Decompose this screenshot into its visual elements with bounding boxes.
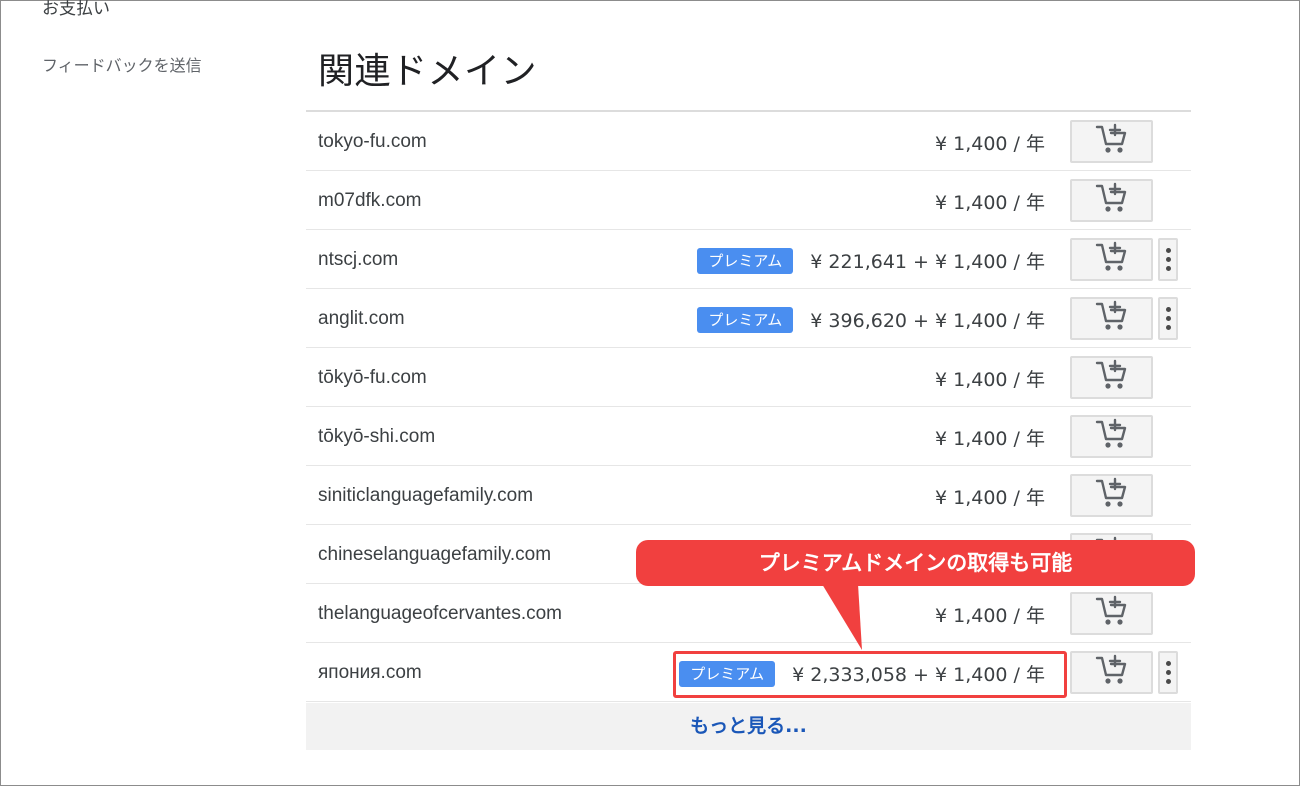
add-to-cart-button[interactable]: [1070, 179, 1153, 222]
price-group: プレミアム ¥ 2,333,058 + ¥ 1,400 / 年: [679, 660, 1045, 687]
more-options-button[interactable]: [1158, 297, 1178, 340]
domain-row: anglit.com プレミアム ¥ 396,620 + ¥ 1,400 / 年: [306, 289, 1191, 348]
domain-row: tokyo-fu.com ¥ 1,400 / 年: [306, 112, 1191, 171]
domain-price: ¥ 1,400 / 年: [934, 605, 1045, 627]
domain-price: ¥ 396,620 + ¥ 1,400 / 年: [810, 310, 1045, 332]
domain-row: tōkyō-fu.com ¥ 1,400 / 年: [306, 348, 1191, 407]
domain-price: ¥ 1,400 / 年: [934, 192, 1045, 214]
add-to-cart-button[interactable]: [1070, 592, 1153, 635]
domain-price: ¥ 1,400 / 年: [934, 133, 1045, 155]
add-to-cart-icon: [1095, 182, 1129, 219]
add-to-cart-button[interactable]: [1070, 297, 1153, 340]
add-to-cart-button[interactable]: [1070, 356, 1153, 399]
domain-price: ¥ 1,400 / 年: [934, 487, 1045, 509]
sidebar-item-payment[interactable]: お支払い: [42, 0, 110, 19]
domain-name: ntscj.com: [318, 249, 399, 270]
domain-name: tokyo-fu.com: [318, 131, 427, 152]
page-title: 関連ドメイン: [318, 51, 538, 92]
domain-row: япония.com プレミアム ¥ 2,333,058 + ¥ 1,400 / 年: [306, 643, 1191, 702]
domain-name: tōkyō-shi.com: [318, 426, 436, 447]
price-group: ¥ 1,400 / 年: [935, 601, 1045, 628]
more-vertical-icon: [1165, 246, 1171, 273]
domain-name: siniticlanguagefamily.com: [318, 485, 534, 506]
add-to-cart-icon: [1095, 123, 1129, 160]
premium-badge: プレミアム: [679, 660, 776, 687]
price-group: ¥ 1,400 / 年: [935, 365, 1045, 392]
domain-price: ¥ 2,333,058 + ¥ 1,400 / 年: [792, 664, 1045, 686]
price-group: プレミアム ¥ 396,620 + ¥ 1,400 / 年: [697, 306, 1045, 333]
more-vertical-icon: [1165, 305, 1171, 332]
domain-price: ¥ 1,400 / 年: [934, 428, 1045, 450]
price-group: ¥ 1,400 / 年: [935, 188, 1045, 215]
more-options-button[interactable]: [1158, 651, 1178, 694]
add-to-cart-button[interactable]: [1070, 238, 1153, 281]
price-group: プレミアム ¥ 221,641 + ¥ 1,400 / 年: [697, 247, 1045, 274]
price-group: ¥ 1,400 / 年: [935, 129, 1045, 156]
add-to-cart-icon: [1095, 654, 1129, 691]
add-to-cart-icon: [1095, 241, 1129, 278]
add-to-cart-button[interactable]: [1070, 651, 1153, 694]
domain-price: ¥ 221,641 + ¥ 1,400 / 年: [810, 251, 1045, 273]
domain-name: tōkyō-fu.com: [318, 367, 427, 388]
domain-row: ntscj.com プレミアム ¥ 221,641 + ¥ 1,400 / 年: [306, 230, 1191, 289]
domain-price: ¥ 1,400 / 年: [934, 369, 1045, 391]
domain-row: thelanguageofcervantes.com ¥ 1,400 / 年: [306, 584, 1191, 643]
premium-badge: プレミアム: [697, 247, 794, 274]
related-domains-list: tokyo-fu.com ¥ 1,400 / 年 m07dfk.com ¥ 1,400…: [306, 110, 1191, 702]
add-to-cart-button[interactable]: [1070, 120, 1153, 163]
annotation-callout: プレミアムドメインの取得も可能: [636, 540, 1195, 586]
add-to-cart-icon: [1095, 418, 1129, 455]
domain-row: m07dfk.com ¥ 1,400 / 年: [306, 171, 1191, 230]
premium-badge: プレミアム: [697, 306, 794, 333]
more-options-button[interactable]: [1158, 238, 1178, 281]
domain-name: япония.com: [318, 662, 422, 683]
domain-name: chineselanguagefamily.com: [318, 544, 552, 565]
domain-name: anglit.com: [318, 308, 405, 329]
price-group: ¥ 1,400 / 年: [935, 424, 1045, 451]
add-to-cart-icon: [1095, 477, 1129, 514]
domain-name: m07dfk.com: [318, 190, 422, 211]
price-group: ¥ 1,400 / 年: [935, 483, 1045, 510]
add-to-cart-icon: [1095, 359, 1129, 396]
domain-name: thelanguageofcervantes.com: [318, 603, 562, 624]
sidebar-item-feedback[interactable]: フィードバックを送信: [42, 52, 202, 76]
domain-row: siniticlanguagefamily.com ¥ 1,400 / 年: [306, 466, 1191, 525]
add-to-cart-button[interactable]: [1070, 415, 1153, 458]
add-to-cart-icon: [1095, 595, 1129, 632]
domain-row: tōkyō-shi.com ¥ 1,400 / 年: [306, 407, 1191, 466]
add-to-cart-icon: [1095, 300, 1129, 337]
add-to-cart-button[interactable]: [1070, 474, 1153, 517]
more-vertical-icon: [1165, 659, 1171, 686]
show-more-button[interactable]: もっと見る...: [306, 703, 1191, 750]
